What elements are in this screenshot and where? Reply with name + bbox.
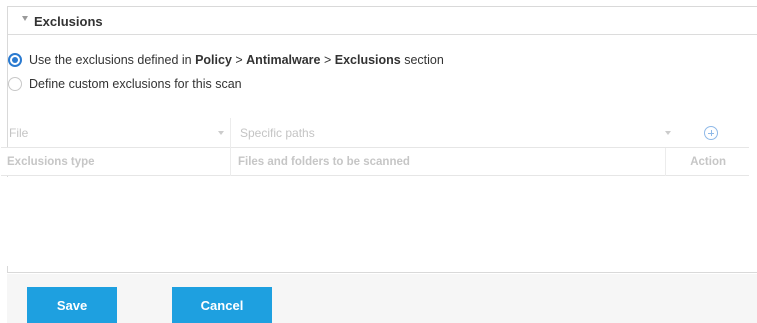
antimalware-text: Antimalware [246,53,321,67]
exclusion-add-row: File Specific paths [1,118,749,148]
exclusions-section-header[interactable]: Exclusions [8,7,757,35]
column-header-exclusions-type: Exclusions type [1,148,231,176]
separator: > [320,53,335,67]
chevron-down-icon[interactable] [218,131,224,135]
cancel-button[interactable]: Cancel [172,287,272,323]
footer-bar: Save Cancel [7,274,757,323]
radio-button-selected[interactable] [8,53,22,67]
radio-custom-exclusions[interactable]: Define custom exclusions for this scan [8,76,242,92]
chevron-down-icon[interactable] [665,131,671,135]
section-title: Exclusions [34,14,103,29]
policy-link-text: Policy [195,53,232,67]
exclusion-type-select[interactable]: File [1,118,231,148]
save-button[interactable]: Save [27,287,117,323]
paths-select[interactable]: Specific paths [232,118,677,148]
exclusions-table-body [1,177,749,266]
column-header-files-folders: Files and folders to be scanned [232,148,666,176]
column-header-action: Action [690,156,726,168]
add-plus-icon[interactable] [704,126,718,140]
radio-label: Define custom exclusions for this scan [29,77,242,91]
separator: > [231,53,247,67]
collapse-caret-icon[interactable] [22,16,28,21]
table-header: Exclusions type Files and folders to be … [1,148,749,176]
exclusions-text: Exclusions [334,53,401,67]
paths-value: Specific paths [240,126,315,140]
radio-label-suffix: section [400,53,444,67]
radio-button-unselected[interactable] [8,77,22,91]
exclusion-type-value: File [9,126,29,140]
radio-use-policy-exclusions[interactable]: Use the exclusions defined in Policy > A… [8,52,444,68]
radio-label-prefix: Use the exclusions defined in [29,53,196,67]
